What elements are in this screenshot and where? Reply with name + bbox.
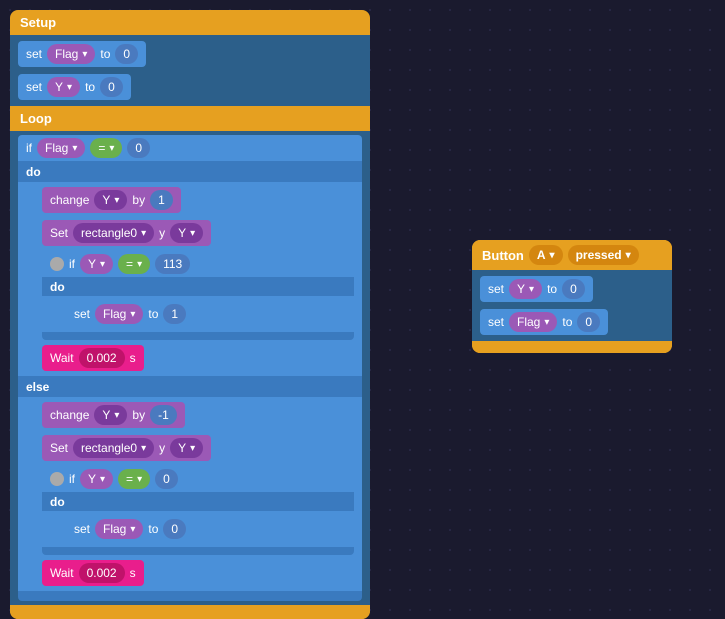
eq-operator-3[interactable]: = ▾ bbox=[118, 469, 150, 489]
to-label-inner: to bbox=[148, 307, 158, 321]
set-label-1: set bbox=[26, 47, 42, 61]
set-label-inner: set bbox=[74, 307, 90, 321]
btn-flag-dropdown[interactable]: Flag ▾ bbox=[509, 312, 557, 332]
y-dropdown-change-1[interactable]: Y ▾ bbox=[94, 190, 127, 210]
time-val-2: 0.002 bbox=[79, 563, 125, 583]
s-label-2: s bbox=[130, 566, 136, 580]
if-block-outer: if Flag ▾ = ▾ 0 do bbox=[18, 135, 362, 601]
wait-label-1: Wait bbox=[50, 351, 74, 365]
btn-val-0-2: 0 bbox=[577, 312, 600, 332]
time-val-1: 0.002 bbox=[79, 348, 125, 368]
set-flag-row: set Flag ▾ to 0 bbox=[18, 39, 362, 69]
btn-set-label-2: set bbox=[488, 315, 504, 329]
flag-cond-dropdown[interactable]: Flag ▾ bbox=[37, 138, 85, 158]
if-label-1: if bbox=[26, 141, 32, 155]
s-label-1: s bbox=[130, 351, 136, 365]
set-rect-row-2: Set rectangle0 ▾ y Y ▾ bbox=[42, 433, 354, 463]
y-dropdown-inner-2[interactable]: Y ▾ bbox=[80, 469, 113, 489]
set-flag-inner-row: set Flag ▾ to 1 bbox=[66, 299, 346, 329]
flag-dropdown-1[interactable]: Flag ▾ bbox=[47, 44, 95, 64]
change-y-row-2: change Y ▾ by -1 bbox=[42, 400, 354, 430]
y-val-dropdown-2[interactable]: Y ▾ bbox=[170, 438, 203, 458]
btn-set-y-row: set Y ▾ to 0 bbox=[480, 274, 664, 304]
loop-label: Loop bbox=[10, 106, 370, 131]
y-dropdown-1[interactable]: Y ▾ bbox=[47, 77, 80, 97]
y-dropdown-change-2[interactable]: Y ▾ bbox=[94, 405, 127, 425]
if-block-inner-2: if Y ▾ = ▾ 0 bbox=[42, 466, 354, 555]
to-label-1: to bbox=[100, 47, 110, 61]
main-program: Setup set Flag ▾ to 0 bbox=[10, 10, 370, 619]
button-block: Button A ▾ pressed ▾ set Y ▾ bbox=[472, 240, 672, 353]
a-dropdown[interactable]: A ▾ bbox=[529, 245, 563, 265]
do-label-1: do bbox=[26, 165, 41, 179]
set-rect-label-2: Set bbox=[50, 441, 68, 455]
btn-val-0-1: 0 bbox=[562, 279, 585, 299]
wait-row-1: Wait 0.002 s bbox=[42, 343, 354, 373]
val-0-3: 0 bbox=[155, 469, 178, 489]
btn-to-label-1: to bbox=[547, 282, 557, 296]
val-113: 113 bbox=[155, 254, 190, 274]
wait-row-2: Wait 0.002 s bbox=[42, 558, 354, 588]
wait-label-2: Wait bbox=[50, 566, 74, 580]
set-label-else: set bbox=[74, 522, 90, 536]
if-label-2: if bbox=[69, 257, 75, 271]
flag-dropdown-else[interactable]: Flag ▾ bbox=[95, 519, 143, 539]
y-prop-1: y bbox=[159, 226, 165, 240]
btn-y-dropdown[interactable]: Y ▾ bbox=[509, 279, 542, 299]
change-label-1: change bbox=[50, 193, 89, 207]
y-val-dropdown-1[interactable]: Y ▾ bbox=[170, 223, 203, 243]
btn-to-label-2: to bbox=[562, 315, 572, 329]
cond-val: 0 bbox=[127, 138, 150, 158]
eq-operator-1[interactable]: = ▾ bbox=[90, 138, 122, 158]
do-label-2: do bbox=[50, 280, 65, 294]
change-label-2: change bbox=[50, 408, 89, 422]
set-flag-else-row: set Flag ▾ to 0 bbox=[66, 514, 346, 544]
dec-val: -1 bbox=[150, 405, 177, 425]
btn-set-flag-row: set Flag ▾ to 0 bbox=[480, 307, 664, 337]
val-0-1: 0 bbox=[115, 44, 138, 64]
val-0-2: 0 bbox=[100, 77, 123, 97]
set-rect-label-1: Set bbox=[50, 226, 68, 240]
inc-val: 1 bbox=[150, 190, 173, 210]
set-rect-row-1: Set rectangle0 ▾ y Y ▾ bbox=[42, 218, 354, 248]
if-label-3: if bbox=[69, 472, 75, 486]
flag-dropdown-inner[interactable]: Flag ▾ bbox=[95, 304, 143, 324]
y-dropdown-inner-1[interactable]: Y ▾ bbox=[80, 254, 113, 274]
by-label-2: by bbox=[132, 408, 145, 422]
change-y-row-1: change Y ▾ by 1 bbox=[42, 185, 354, 215]
btn-set-label-1: set bbox=[488, 282, 504, 296]
pressed-dropdown[interactable]: pressed ▾ bbox=[568, 245, 639, 265]
do-label-3: do bbox=[50, 495, 65, 509]
to-label-2: to bbox=[85, 80, 95, 94]
gear-icon-1 bbox=[50, 257, 64, 271]
val-1: 1 bbox=[163, 304, 186, 324]
rect-dropdown-2[interactable]: rectangle0 ▾ bbox=[73, 438, 154, 458]
gear-icon-2 bbox=[50, 472, 64, 486]
button-label: Button bbox=[482, 248, 524, 263]
else-label: else bbox=[26, 380, 49, 394]
by-label-1: by bbox=[132, 193, 145, 207]
set-y-row: set Y ▾ to 0 bbox=[18, 72, 362, 102]
rect-dropdown-1[interactable]: rectangle0 ▾ bbox=[73, 223, 154, 243]
to-label-else: to bbox=[148, 522, 158, 536]
if-block-inner-1: if Y ▾ = ▾ 113 bbox=[42, 251, 354, 340]
val-0-else: 0 bbox=[163, 519, 186, 539]
y-prop-2: y bbox=[159, 441, 165, 455]
eq-operator-2[interactable]: = ▾ bbox=[118, 254, 150, 274]
setup-label: Setup bbox=[10, 10, 370, 35]
set-label-2: set bbox=[26, 80, 42, 94]
